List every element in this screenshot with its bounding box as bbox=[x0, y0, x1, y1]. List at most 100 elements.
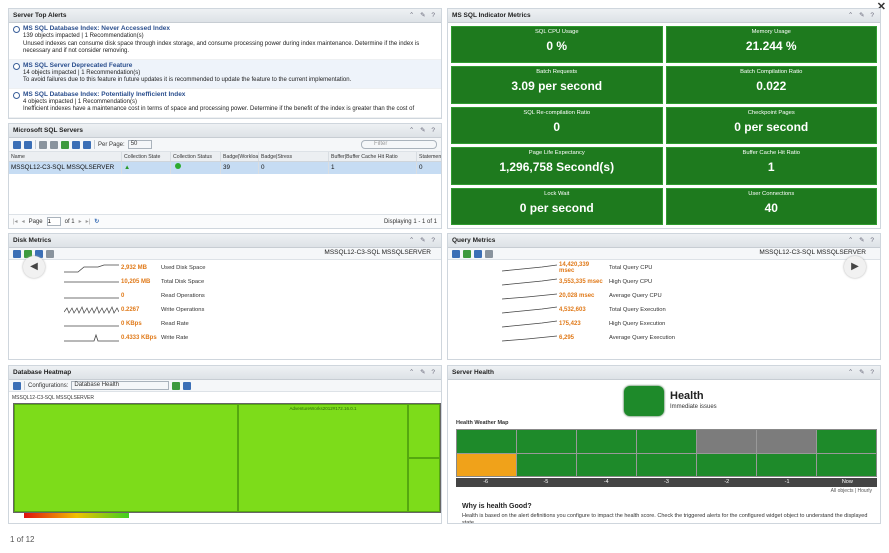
weather-cell[interactable] bbox=[757, 453, 816, 476]
metric-row: 0 KBps Read Rate bbox=[64, 318, 189, 330]
column-header[interactable]: Buffer|Buffer Cache Hit Ratio bbox=[329, 152, 417, 161]
columns-icon[interactable] bbox=[72, 140, 80, 149]
actions-icon[interactable] bbox=[13, 140, 21, 149]
metric-value: 14,420,339 msec bbox=[559, 262, 590, 274]
metric-tile[interactable]: Page Life Expectancy 1,296,758 Second(s) bbox=[451, 147, 663, 185]
metric-tile[interactable]: SQL CPU Usage 0 % bbox=[451, 26, 663, 64]
axis-label: -5 bbox=[516, 478, 576, 487]
panel-controls-icon[interactable]: ⌃ ✎ ? bbox=[848, 366, 876, 380]
alert-item[interactable]: MS SQL Database Index: Potentially Ineff… bbox=[9, 89, 441, 118]
alert-title[interactable]: MS SQL Database Index: Potentially Ineff… bbox=[23, 91, 435, 99]
metric-tiles: SQL CPU Usage 0 % Memory Usage 21.244 % Ba… bbox=[451, 26, 877, 225]
alert-title[interactable]: MS SQL Database Index: Never Accessed In… bbox=[23, 25, 435, 33]
weather-cell[interactable] bbox=[517, 453, 576, 476]
metric-tile[interactable]: Lock Wait 0 per second bbox=[451, 187, 663, 225]
show-list-icon[interactable] bbox=[39, 140, 47, 149]
alert-item[interactable]: MS SQL Server Deprecated Feature 14 obje… bbox=[9, 59, 441, 89]
axis-label: -3 bbox=[636, 478, 697, 487]
column-header[interactable]: Statemen bbox=[417, 152, 441, 161]
axis-label: -6 bbox=[456, 478, 516, 487]
heatmap-cell[interactable] bbox=[14, 404, 238, 512]
refresh-icon[interactable] bbox=[463, 249, 471, 258]
first-page-icon[interactable]: |◂ bbox=[13, 218, 18, 225]
column-header[interactable]: Name bbox=[9, 152, 122, 161]
indicator-metrics-header: MS SQL Indicator Metrics ⌃ ✎ ? bbox=[448, 9, 880, 23]
alert-item[interactable]: MS SQL Database Index: Never Accessed In… bbox=[9, 23, 441, 60]
navigate-icon[interactable] bbox=[452, 249, 460, 258]
refresh-icon[interactable]: ↻ bbox=[94, 218, 99, 225]
panel-controls-icon[interactable]: ⌃ ✎ ? bbox=[848, 9, 876, 23]
per-page-select[interactable]: 50 bbox=[127, 140, 152, 149]
panel-controls-icon[interactable]: ⌃ ✎ ? bbox=[409, 234, 437, 248]
metric-row: 0.4333 KBps Write Rate bbox=[64, 332, 188, 344]
export-icon[interactable] bbox=[172, 381, 181, 390]
weather-cell[interactable] bbox=[817, 430, 876, 453]
column-header[interactable]: Collection Status bbox=[171, 152, 221, 161]
metric-tile[interactable]: SQL Re-compilation Ratio 0 bbox=[451, 106, 663, 145]
column-header[interactable]: Badge|Stress bbox=[259, 152, 329, 161]
metric-tile[interactable]: Buffer Cache Hit Ratio 1 bbox=[665, 147, 877, 185]
panel-controls-icon[interactable]: ⌃ ✎ ? bbox=[409, 124, 437, 138]
alert-title[interactable]: MS SQL Server Deprecated Feature bbox=[23, 62, 435, 70]
sparkline bbox=[502, 264, 557, 272]
columns-icon[interactable] bbox=[474, 249, 482, 258]
heatmap-header: Database Heatmap ⌃ ✎ ? bbox=[9, 366, 441, 380]
next-page-icon[interactable]: ▸ bbox=[79, 218, 82, 225]
metric-row: 14,420,339 msec Total Query CPU bbox=[502, 262, 653, 274]
server-name-cell[interactable]: MSSQL12-C3-SQL MSSQLSERVER bbox=[9, 162, 122, 174]
weather-cell[interactable] bbox=[517, 430, 576, 453]
navigate-icon[interactable] bbox=[13, 249, 21, 258]
weather-cell[interactable] bbox=[637, 453, 696, 476]
weather-cell[interactable] bbox=[577, 453, 636, 476]
previous-arrow-icon[interactable]: ◀ bbox=[23, 256, 45, 278]
health-description: Health is based on the alert definitions… bbox=[462, 513, 868, 524]
heatmap[interactable]: AdventureWorks2012#172.16.0.1 bbox=[13, 403, 441, 513]
heatmap-cell[interactable] bbox=[408, 458, 440, 512]
panel-controls-icon[interactable]: ⌃ ✎ ? bbox=[848, 234, 876, 248]
page-number-input[interactable] bbox=[46, 217, 61, 226]
panel-title: Disk Metrics bbox=[13, 237, 52, 244]
settings-icon[interactable] bbox=[183, 381, 192, 390]
weather-cell[interactable] bbox=[577, 430, 636, 453]
heatmap-cell[interactable]: AdventureWorks2012#172.16.0.1 bbox=[238, 404, 408, 512]
weather-cell[interactable] bbox=[697, 453, 756, 476]
table-row[interactable]: MSSQL12-C3-SQL MSSQLSERVER ▲ 39 0 1 0 bbox=[9, 162, 441, 174]
weather-cell[interactable] bbox=[457, 430, 516, 453]
dashboard-nav-icon[interactable] bbox=[485, 249, 493, 258]
metric-tile[interactable]: Batch Compilation Ratio 0.022 bbox=[665, 66, 877, 104]
heatmap-root-label: MSSQL12-C3-SQL MSSQLSERVER bbox=[12, 395, 94, 401]
alert-description-cont: necessary and if not consider removing. bbox=[23, 48, 130, 54]
dashboard-nav-icon[interactable] bbox=[46, 249, 54, 258]
metric-tile[interactable]: User Connections 40 bbox=[665, 187, 877, 225]
column-header[interactable]: Badge|Workload bbox=[221, 152, 259, 161]
filter-funnel-icon[interactable] bbox=[83, 140, 91, 149]
disk-metrics-panel: Disk Metrics ⌃ ✎ ? MSSQL12-C3-SQL MSSQLS… bbox=[8, 233, 442, 360]
weather-map-axis: -6 -5 -4 -3 -2 -1 Now bbox=[456, 478, 877, 487]
weather-cell[interactable] bbox=[817, 453, 876, 476]
filter-input[interactable]: Filter bbox=[361, 140, 437, 149]
query-metrics-header: Query Metrics ⌃ ✎ ? bbox=[448, 234, 880, 248]
column-header[interactable]: Collection State bbox=[122, 152, 171, 161]
export-icon[interactable] bbox=[61, 140, 69, 149]
weather-cell[interactable] bbox=[637, 430, 696, 453]
navigate-icon[interactable] bbox=[13, 381, 21, 390]
configurations-select[interactable]: Database Health bbox=[71, 381, 170, 390]
prev-page-icon[interactable]: ◂ bbox=[22, 218, 25, 225]
heatmap-cell[interactable] bbox=[408, 404, 440, 458]
metric-tile[interactable]: Memory Usage 21.244 % bbox=[665, 26, 877, 64]
health-question: Why is health Good? bbox=[462, 503, 532, 510]
metric-tile[interactable]: Batch Requests 3.09 per second bbox=[451, 66, 663, 104]
weather-cell[interactable] bbox=[697, 430, 756, 453]
next-arrow-icon[interactable]: ▶ bbox=[844, 256, 866, 278]
weather-cell[interactable] bbox=[757, 430, 816, 453]
page-label: Page bbox=[28, 218, 43, 225]
reset-icon[interactable] bbox=[50, 140, 58, 149]
weather-cell[interactable] bbox=[457, 453, 516, 476]
panel-controls-icon[interactable]: ⌃ ✎ ? bbox=[409, 366, 437, 380]
panel-controls-icon[interactable]: ⌃ ✎ ? bbox=[409, 9, 437, 23]
last-page-icon[interactable]: ▸| bbox=[86, 218, 91, 225]
metric-tile[interactable]: Checkpoint Pages 0 per second bbox=[665, 106, 877, 145]
navigate-icon[interactable] bbox=[24, 140, 32, 149]
metric-value: 4,532,603 bbox=[559, 307, 586, 313]
tile-label: Batch Compilation Ratio bbox=[740, 69, 803, 76]
